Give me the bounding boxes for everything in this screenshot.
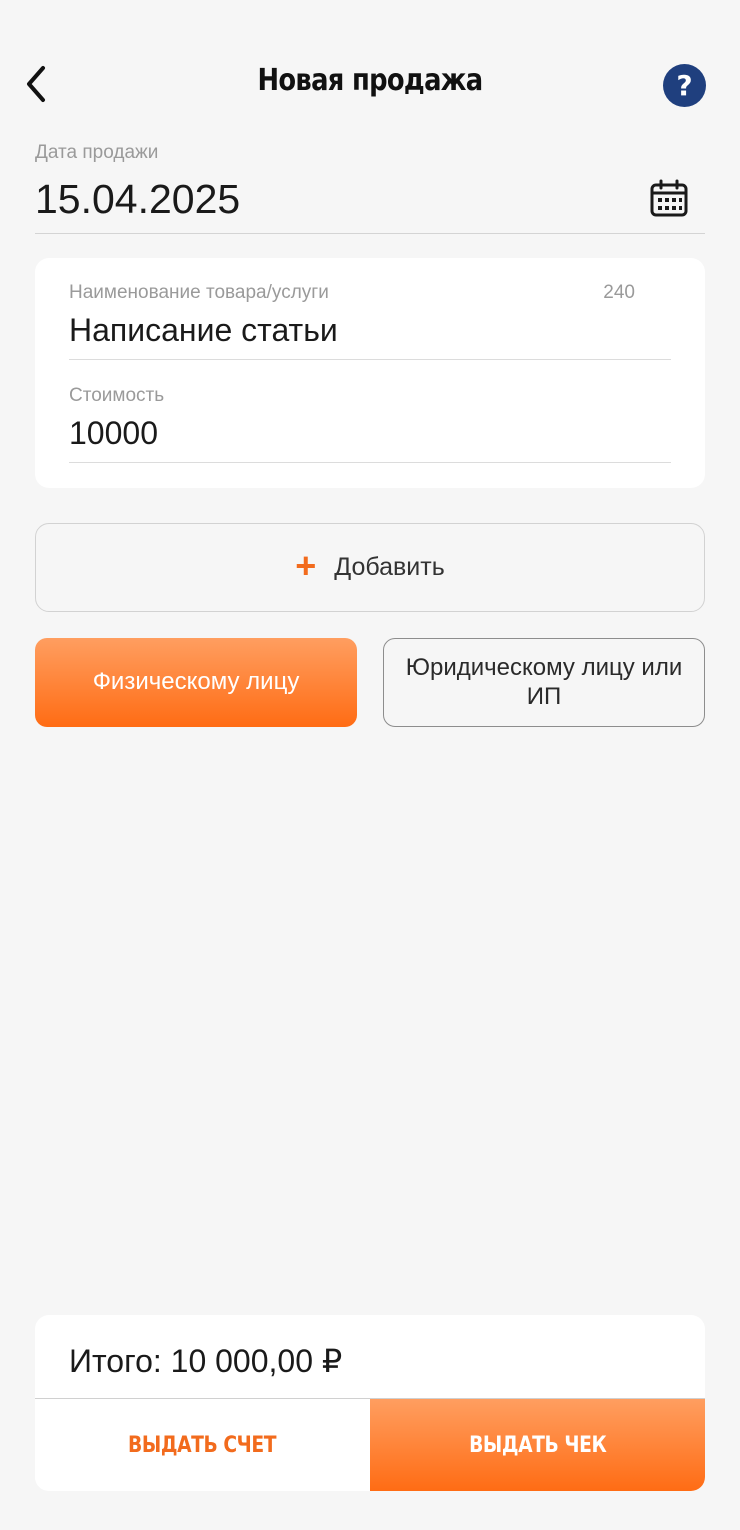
issue-invoice-label: ВЫДАТЬ СЧЕТ: [128, 1432, 277, 1458]
page-title: Новая продажа: [257, 63, 483, 98]
item-name-char-counter: 240: [603, 282, 635, 303]
chevron-left-icon: [27, 66, 45, 102]
header: Новая продажа ?: [0, 50, 740, 120]
plus-icon: +: [295, 544, 317, 586]
sale-date-value[interactable]: 15.04.2025: [35, 176, 240, 223]
item-name-input[interactable]: Написание статьи: [69, 312, 338, 349]
legal-entity-client-button[interactable]: Юридическому лицу или ИП: [383, 638, 705, 727]
item-price-input[interactable]: 10000: [69, 415, 158, 452]
sale-date-field[interactable]: Дата продажи 15.04.2025: [35, 140, 705, 234]
add-item-button[interactable]: + Добавить: [35, 523, 705, 612]
item-price-field[interactable]: Стоимость 10000: [69, 383, 671, 463]
item-price-label: Стоимость: [69, 385, 165, 406]
sale-date-label: Дата продажи: [35, 142, 159, 163]
issue-invoice-button[interactable]: ВЫДАТЬ СЧЕТ: [35, 1399, 370, 1491]
item-card: Наименование товара/услуги 240 Написание…: [35, 258, 705, 488]
add-item-label: Добавить: [334, 553, 445, 581]
issue-receipt-button[interactable]: ВЫДАТЬ ЧЕК: [370, 1399, 705, 1491]
total-card: Итого: 10 000,00 ₽ ВЫДАТЬ СЧЕТ ВЫДАТЬ ЧЕ…: [35, 1315, 705, 1491]
individual-client-button[interactable]: Физическому лицу: [35, 638, 357, 727]
help-button[interactable]: ?: [663, 64, 706, 107]
calendar-icon[interactable]: [649, 178, 689, 218]
item-name-label: Наименование товара/услуги: [69, 282, 329, 303]
item-name-field[interactable]: Наименование товара/услуги 240 Написание…: [69, 280, 671, 360]
issue-receipt-label: ВЫДАТЬ ЧЕК: [468, 1432, 607, 1458]
question-mark-icon: ?: [676, 69, 693, 102]
total-amount: Итого: 10 000,00 ₽: [69, 1343, 343, 1379]
